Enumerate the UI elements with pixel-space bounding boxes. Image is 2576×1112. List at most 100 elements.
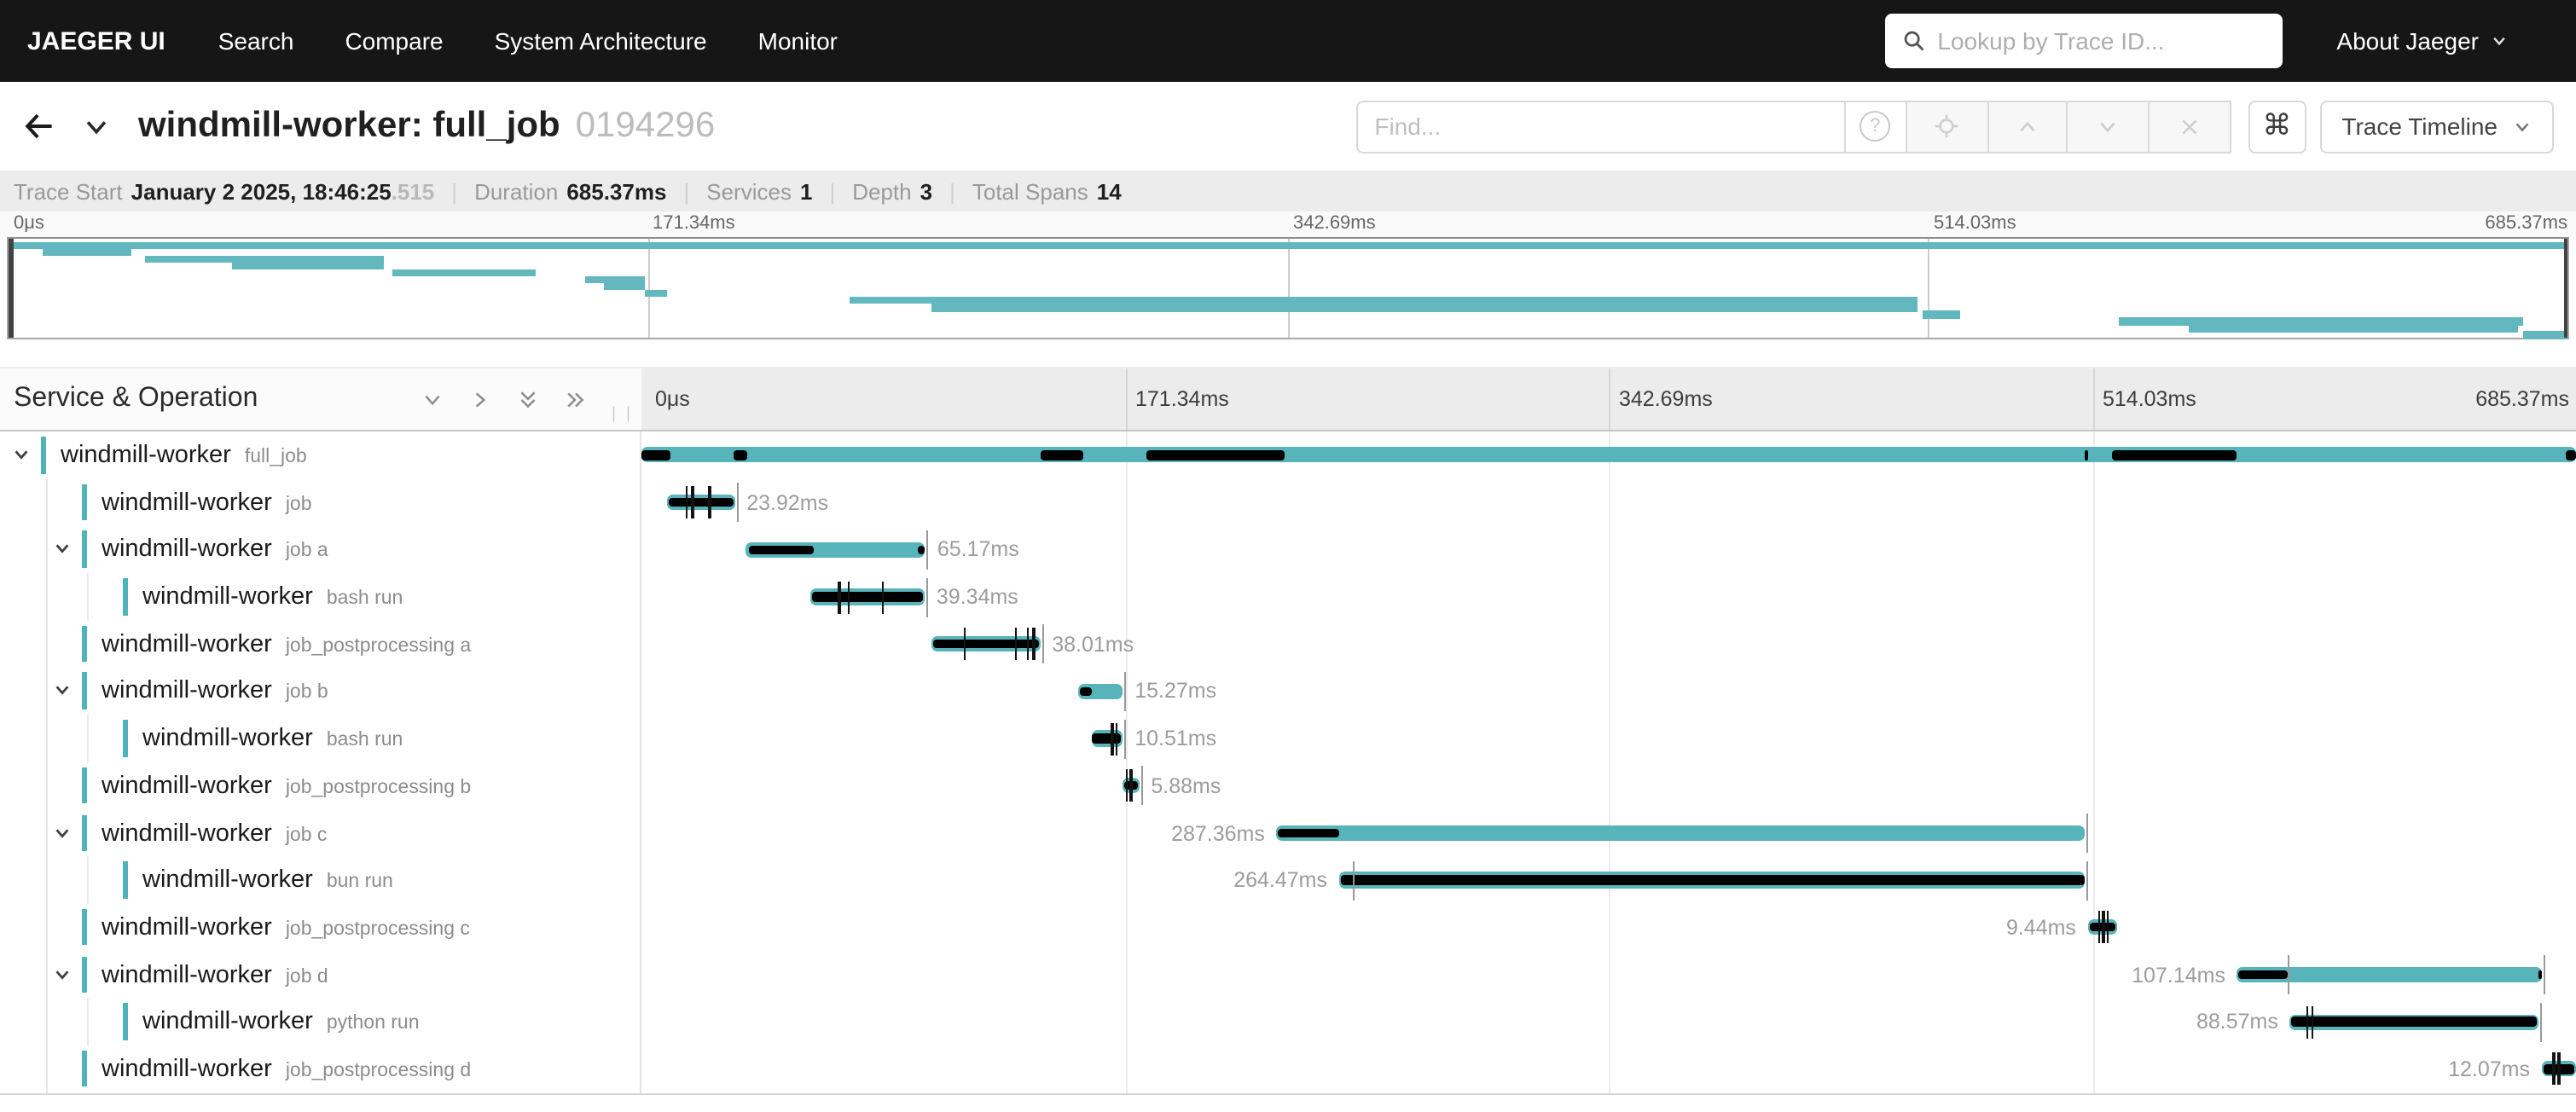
expand-chevron-icon[interactable] [11,445,30,464]
span-row-timeline-cell[interactable]: 287.36ms [641,809,2576,856]
expand-chevron-icon[interactable] [52,823,71,842]
span-row-name-cell[interactable]: windmill-workerbun run [0,856,641,903]
find-prev-button[interactable] [1987,100,2067,153]
span-row-timeline-cell[interactable]: 12.07ms [641,1045,2576,1092]
jaeger-app: JAEGER UI Search Compare System Architec… [0,0,2576,1112]
trace-view-select[interactable]: Trace Timeline [2319,100,2554,153]
focus-span-button[interactable] [1905,100,1988,153]
span-log-tick [1027,628,1030,661]
span-row-name-cell[interactable]: windmill-workerjob a [0,526,641,573]
collapse-one-icon[interactable] [421,388,444,410]
span-row-name-cell[interactable]: windmill-workerjob_postprocessing a [0,621,641,668]
minimap-right-scrub-handle[interactable] [2563,239,2567,338]
span-row-timeline-cell[interactable]: 23.92ms [641,478,2576,525]
span-log-tick [2558,1053,2561,1086]
summary-value: 1 [800,178,812,204]
span-row-timeline-cell[interactable]: 264.47ms [641,856,2576,903]
minimap-span-bar [2522,331,2567,339]
minimap-gridline [1288,239,1290,338]
span-row-timeline-cell[interactable]: 38.01ms [641,621,2576,668]
minimap-axis-tick: 171.34ms [653,213,735,234]
span-row[interactable]: windmill-workerbun run 264.47ms [0,856,2576,903]
span-row[interactable]: windmill-workerjob_postprocessing c9.44m… [0,904,2576,951]
span-row[interactable]: windmill-workerjob a65.17ms [0,526,2576,573]
span-row[interactable]: windmill-workerfull_job [0,431,2576,478]
timeline-ticks-header: 0μs171.34ms342.69ms514.03ms685.37ms [641,368,2576,430]
span-row[interactable]: windmill-workerjob23.92ms [0,478,2576,525]
span-bar[interactable] [1277,825,2086,841]
span-operation-label: bun run [327,872,393,892]
nav-item-monitor[interactable]: Monitor [758,27,838,55]
minimap-axis-tick: 514.03ms [1934,213,2016,234]
span-row[interactable]: windmill-workerjob_postprocessing d12.07… [0,1045,2576,1092]
minimap-left-scrub-handle[interactable] [9,239,13,338]
chevron-down-icon [2513,117,2532,136]
trace-minimap[interactable] [7,237,2569,339]
span-boundary-tick [927,530,929,570]
span-bar-child-overlay [641,450,670,460]
span-row-name-cell[interactable]: windmill-workerpython run [0,999,641,1045]
about-jaeger-label: About Jaeger [2336,27,2479,55]
span-row-timeline-cell[interactable]: 15.27ms [641,668,2576,715]
keyboard-shortcuts-button[interactable]: ⌘ [2248,100,2306,153]
find-input[interactable]: Find... [1355,100,1845,153]
span-row-name-cell[interactable]: windmill-workerjob_postprocessing c [0,904,641,951]
timeline-gridline [1125,999,1127,1045]
span-row-timeline-cell[interactable] [641,431,2576,478]
expand-chevron-icon[interactable] [52,964,71,983]
timeline-header-tick-label: 342.69ms [1619,387,1713,411]
summary-value: January 2 2025, 18:46:25 [131,178,392,204]
span-row-timeline-cell[interactable]: 10.51ms [641,715,2576,762]
span-row-timeline-cell[interactable]: 65.17ms [641,526,2576,573]
span-row[interactable]: windmill-workerjob c287.36ms [0,809,2576,856]
span-row-timeline-cell[interactable]: 107.14ms [641,951,2576,998]
span-row-name-cell[interactable]: windmill-workerjob [0,478,641,525]
nav-item-search[interactable]: Search [218,27,294,55]
trace-collapse-chevron-icon[interactable] [82,112,111,141]
expand-one-icon[interactable] [469,388,491,410]
jaeger-logo[interactable]: JAEGER UI [27,26,165,55]
span-row-name-cell[interactable]: windmill-workerjob c [0,809,641,856]
question-circle-icon: ? [1859,111,1890,142]
expand-chevron-icon[interactable] [52,681,71,700]
indent-guide [45,856,47,903]
minimap-span-bar [43,248,132,256]
span-row-name-cell[interactable]: windmill-workerbash run [0,573,641,620]
span-row[interactable]: windmill-workerbash run10.51ms [0,715,2576,762]
span-name-group: windmill-workerbun run [142,856,393,903]
span-row-name-cell[interactable]: windmill-workerjob d [0,951,641,998]
find-next-button[interactable] [2065,100,2149,153]
span-row-name-cell[interactable]: windmill-workerfull_job [0,431,641,478]
span-row-name-cell[interactable]: windmill-workerbash run [0,715,641,762]
span-row[interactable]: windmill-workerjob d107.14ms [0,951,2576,998]
find-help-button[interactable]: ? [1843,100,1906,153]
span-row-name-cell[interactable]: windmill-workerjob_postprocessing d [0,1045,641,1092]
span-log-tick [1014,628,1017,661]
span-row[interactable]: windmill-workerjob_postprocessing a38.01… [0,621,2576,668]
span-bar-child-overlay [1041,450,1084,460]
span-row-name-cell[interactable]: windmill-workerjob b [0,668,641,715]
nav-item-compare[interactable]: Compare [345,27,443,55]
span-row-name-cell[interactable]: windmill-workerjob_postprocessing b [0,762,641,809]
span-bar-child-overlay [734,450,747,460]
column-resize-handle[interactable]: ❘❘ [607,404,636,423]
span-row-timeline-cell[interactable]: 39.34ms [641,573,2576,620]
expand-chevron-icon[interactable] [52,540,71,559]
span-row-timeline-cell[interactable]: 88.57ms [641,999,2576,1045]
span-row-timeline-cell[interactable]: 9.44ms [641,904,2576,951]
span-row-timeline-cell[interactable]: 5.88ms [641,762,2576,809]
back-button[interactable] [20,107,58,145]
timeline-gridline [1609,668,1610,715]
expand-all-icon[interactable] [565,388,587,410]
about-jaeger-menu[interactable]: About Jaeger [2336,27,2508,55]
span-bar[interactable] [641,448,2576,463]
find-clear-button[interactable] [2147,100,2231,153]
trace-lookup-input[interactable]: Lookup by Trace ID... [1884,14,2282,68]
collapse-all-icon[interactable] [517,388,539,410]
span-row[interactable]: windmill-workerjob b15.27ms [0,668,2576,715]
span-row[interactable]: windmill-workerpython run88.57ms [0,999,2576,1045]
nav-item-system-architecture[interactable]: System Architecture [495,27,707,55]
span-row[interactable]: windmill-workerbash run39.34ms [0,573,2576,620]
span-row[interactable]: windmill-workerjob_postprocessing b5.88m… [0,762,2576,809]
timeline-gridline [2092,573,2094,620]
